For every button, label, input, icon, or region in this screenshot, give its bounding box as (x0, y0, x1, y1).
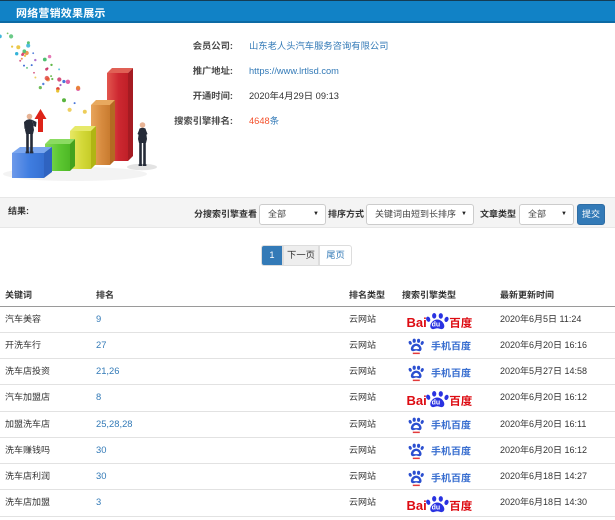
svg-text:Bai: Bai (407, 315, 427, 330)
svg-text:百度: 百度 (449, 395, 472, 408)
svg-text:百度: 百度 (449, 500, 472, 513)
svg-text:手机百度: 手机百度 (431, 367, 471, 379)
svg-text:手机百度: 手机百度 (431, 419, 471, 431)
svg-text:du: du (432, 505, 441, 512)
svg-text:Bai: Bai (407, 498, 427, 513)
svg-text:百度: 百度 (449, 317, 472, 330)
svg-text:手机百度: 手机百度 (431, 341, 471, 353)
svg-text:du: du (432, 400, 441, 407)
svg-text:du: du (432, 321, 441, 328)
svg-text:Bai: Bai (407, 393, 427, 408)
svg-text:手机百度: 手机百度 (431, 446, 471, 458)
svg-text:手机百度: 手机百度 (431, 472, 471, 484)
